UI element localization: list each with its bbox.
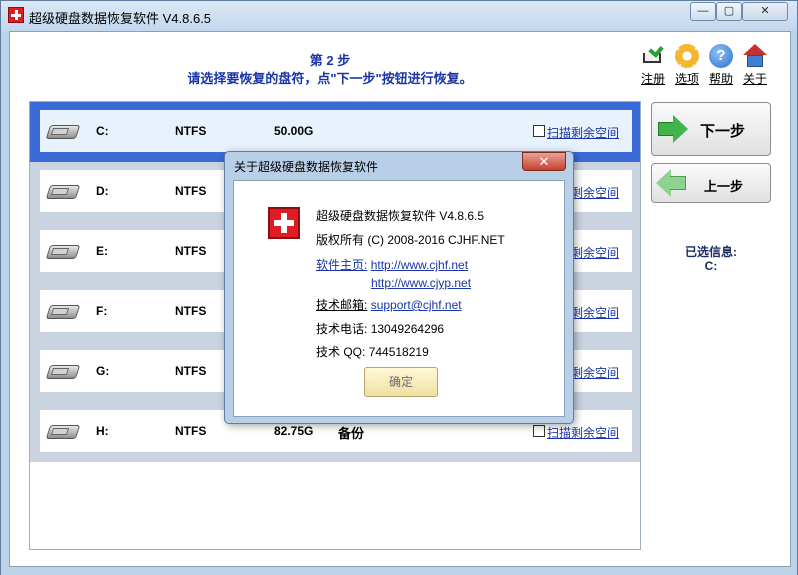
title-bar[interactable]: 超级硬盘数据恢复软件 V4.8.6.5 — ▢ ✕ <box>1 1 797 31</box>
hard-disk-icon <box>48 181 78 201</box>
homepage-label: 软件主页: <box>316 258 368 272</box>
drive-filesystem: NTFS <box>175 184 207 198</box>
drive-filesystem: NTFS <box>175 304 207 318</box>
selected-info-value: C: <box>704 259 718 273</box>
phone-value: 13049264296 <box>370 322 445 336</box>
ok-button[interactable]: 确定 <box>364 367 438 397</box>
hard-disk-icon <box>48 421 78 441</box>
cart-check-icon <box>641 42 665 68</box>
maximize-button[interactable]: ▢ <box>716 2 742 21</box>
step-title: 第 2 步 <box>309 53 351 68</box>
qq-value: 744518219 <box>368 345 429 359</box>
dialog-title: 关于超级硬盘数据恢复软件 <box>234 160 379 174</box>
next-step-label: 下一步 <box>700 123 746 140</box>
drive-filesystem: NTFS <box>175 124 207 138</box>
hard-disk-icon <box>48 241 78 261</box>
qq-row: 技术 QQ: 744518219 <box>316 343 429 360</box>
hard-disk-icon <box>48 121 78 141</box>
options-tool[interactable]: 选项 <box>672 44 702 87</box>
about-tool[interactable]: 关于 <box>740 44 770 87</box>
arrow-left-icon <box>656 169 686 197</box>
drive-filesystem: NTFS <box>175 424 207 438</box>
hard-disk-icon <box>48 301 78 321</box>
help-link[interactable]: 帮助 <box>706 70 736 87</box>
drive-size: 82.75G <box>274 424 314 438</box>
phone-label: 技术电话: <box>316 322 368 336</box>
previous-step-button[interactable]: 上一步 <box>651 163 771 203</box>
drive-filesystem: NTFS <box>175 244 207 258</box>
scan-free-space-link[interactable]: 扫描剩余空间 <box>547 424 619 441</box>
about-dialog: 关于超级硬盘数据恢复软件 ✕ 超级硬盘数据恢复软件 V4.8.6.5 版权所有 … <box>224 151 574 424</box>
selected-info-label: 已选信息: <box>685 245 737 259</box>
drive-card[interactable]: C: NTFS 50.00G 扫描剩余空间 <box>40 110 632 152</box>
selected-info: 已选信息: C: <box>651 245 771 273</box>
about-link[interactable]: 关于 <box>740 70 770 87</box>
arrow-right-icon <box>658 115 688 143</box>
drive-letter: E: <box>96 244 108 258</box>
drive-letter: D: <box>96 184 109 198</box>
product-name: 超级硬盘数据恢复软件 V4.8.6.5 <box>316 209 485 223</box>
minimize-button[interactable]: — <box>690 2 716 21</box>
house-icon <box>743 44 767 68</box>
email-link[interactable]: support@cjhf.net <box>371 298 462 312</box>
drive-note: 备份 <box>338 426 365 441</box>
app-logo-icon <box>268 207 300 239</box>
next-step-button[interactable]: 下一步 <box>651 102 771 156</box>
drive-size: 50.00G <box>274 124 314 138</box>
qq-label: 技术 QQ: <box>316 345 366 359</box>
dialog-body: 超级硬盘数据恢复软件 V4.8.6.5 版权所有 (C) 2008-2016 C… <box>233 180 565 417</box>
gear-icon <box>675 44 699 68</box>
hard-disk-icon <box>48 361 78 381</box>
previous-step-label: 上一步 <box>704 179 744 194</box>
register-link[interactable]: 注册 <box>638 70 668 87</box>
scan-free-space-checkbox[interactable] <box>533 425 545 437</box>
copyright: 版权所有 (C) 2008-2016 CJHF.NET <box>316 233 505 247</box>
homepage-link-2[interactable]: http://www.cjyp.net <box>371 276 471 290</box>
homepage-row: 软件主页: http://www.cjhf.net <box>316 256 468 273</box>
homepage-link-2-row: http://www.cjyp.net <box>371 276 471 290</box>
scan-free-space-link[interactable]: 扫描剩余空间 <box>547 124 619 141</box>
options-link[interactable]: 选项 <box>672 70 702 87</box>
drive-letter: F: <box>96 304 108 318</box>
scan-free-space-checkbox[interactable] <box>533 125 545 137</box>
drive-letter: G: <box>96 364 110 378</box>
email-label: 技术邮箱: <box>316 298 368 312</box>
window-bottom-border <box>1 567 797 575</box>
window-title: 超级硬盘数据恢复软件 V4.8.6.5 <box>29 11 212 26</box>
close-button[interactable]: ✕ <box>742 2 788 21</box>
email-row: 技术邮箱: support@cjhf.net <box>316 296 462 313</box>
app-logo-icon <box>8 7 24 23</box>
phone-row: 技术电话: 13049264296 <box>316 320 444 337</box>
register-tool[interactable]: 注册 <box>638 42 668 87</box>
drive-letter: H: <box>96 424 109 438</box>
help-icon: ? <box>709 44 733 68</box>
help-tool[interactable]: ? 帮助 <box>706 44 736 87</box>
homepage-link-1[interactable]: http://www.cjhf.net <box>371 258 468 272</box>
drive-letter: C: <box>96 124 109 138</box>
drive-filesystem: NTFS <box>175 364 207 378</box>
step-instruction: 请选择要恢复的盘符，点"下一步"按钮进行恢复。 <box>187 71 473 86</box>
dialog-close-button[interactable]: ✕ <box>522 152 566 171</box>
